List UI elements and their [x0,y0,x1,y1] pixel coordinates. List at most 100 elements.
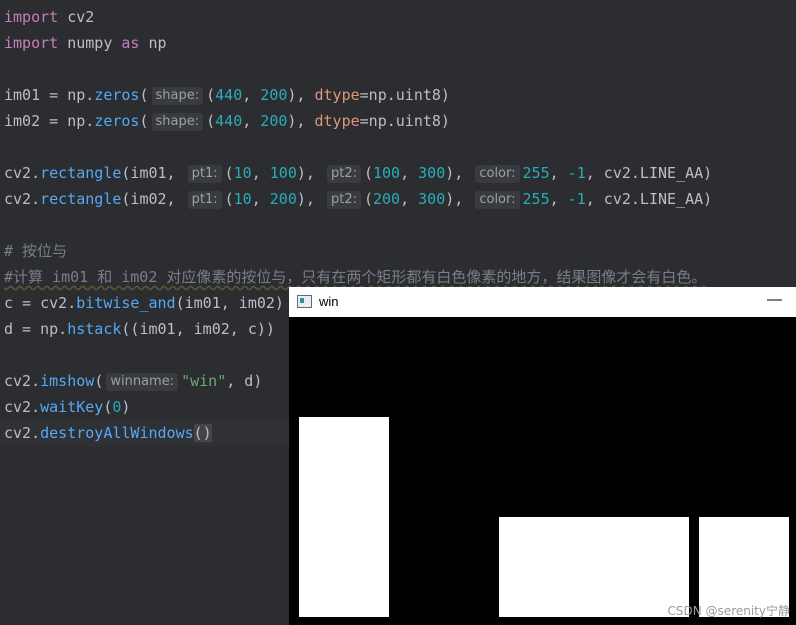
code-text: , cv2.LINE_AA) [585,164,713,182]
number: -1 [567,190,586,208]
code-text: cv2 [58,8,95,26]
code-text: c = cv2. [4,294,77,312]
code-text: , d) [226,372,263,390]
param-hint: color: [475,165,520,183]
code-text: , cv2.LINE_AA) [585,190,713,208]
keyword: import [4,34,59,52]
number: -1 [567,164,586,182]
code-text: ), [287,86,315,104]
number: 100 [373,164,401,182]
number: 10 [233,190,252,208]
number: 255 [522,164,550,182]
code-line-17[interactable]: cv2.destroyAllWindows() [4,420,212,446]
code-text: ) [121,398,131,416]
rect-im01 [299,417,389,617]
function-name: zeros [94,112,140,130]
param-hint: shape: [151,113,204,131]
code-line-2[interactable]: import numpy as np [4,30,167,56]
code-text: , [549,164,568,182]
code-text: ), [287,112,315,130]
code-text: ), [445,190,473,208]
code-text: (im01, im02) [175,294,284,312]
code-text: ), [296,190,324,208]
code-text: =np.uint8) [359,112,450,130]
code-text: ((im01, im02, c)) [121,320,275,338]
function-name: imshow [40,372,95,390]
code-text: , [400,164,419,182]
code-line-8[interactable]: cv2.rectangle(im02, pt1: (10, 200), pt2:(… [4,186,712,212]
window-title: win [319,294,339,309]
param-hint: pt2: [326,165,361,183]
param-hint: color: [475,191,520,209]
watermark: CSDN @serenity宁静 [667,604,790,618]
code-line-7[interactable]: cv2.rectangle(im01, pt1: (10, 100), pt2:(… [4,160,712,186]
code-line-12[interactable]: c = cv2.bitwise_and(im01, im02) [4,290,284,316]
comment: #计算 im01 和 im02 对应像素的按位与，只有在两个矩形都有白色像素的地… [4,268,707,286]
code-text: , [251,190,270,208]
code-line-1[interactable]: import cv2 [4,4,94,30]
code-text: im02 = np. [4,112,95,130]
number: 440 [215,112,243,130]
number: 440 [215,86,243,104]
code-text: numpy [58,34,122,52]
code-text: ( [139,112,149,130]
keyword: import [4,8,59,26]
code-line-16[interactable]: cv2.waitKey(0) [4,394,130,420]
code-text: , [400,190,419,208]
code-line-5[interactable]: im02 = np.zeros(shape: (440, 200), dtype=… [4,108,450,134]
code-text: d = np. [4,320,68,338]
keyword-arg: dtype [314,86,360,104]
minimize-button[interactable]: — [767,291,782,308]
param-hint: pt1: [187,191,222,209]
code-text: , [549,190,568,208]
comment: # 按位与 [4,242,68,260]
number: 200 [260,112,288,130]
code-text: =np.uint8) [359,86,450,104]
number: 200 [373,190,401,208]
function-name: zeros [94,86,140,104]
code-text: cv2. [4,424,41,442]
code-line-15[interactable]: cv2.imshow(winname: "win", d) [4,368,262,394]
code-text: ( [363,164,373,182]
window-titlebar[interactable]: win — [289,287,796,317]
window-app-icon [297,295,312,308]
number: 100 [269,164,297,182]
function-name: rectangle [40,164,122,182]
keyword: as [121,34,140,52]
code-line-4[interactable]: im01 = np.zeros(shape: (440, 200), dtype=… [4,82,450,108]
code-line-13[interactable]: d = np.hstack((im01, im02, c)) [4,316,275,342]
code-text: ( [224,190,234,208]
param-hint: shape: [151,87,204,105]
code-text: im01 = np. [4,86,95,104]
code-text: cv2. [4,372,41,390]
code-text: cv2. [4,398,41,416]
param-hint: pt2: [326,191,361,209]
code-text: ), [445,164,473,182]
code-text: cv2. [4,190,41,208]
code-line-10[interactable]: # 按位与 [4,238,67,264]
number: 255 [522,190,550,208]
code-text: cv2. [4,164,41,182]
param-hint: pt1: [187,165,222,183]
function-name: hstack [67,320,122,338]
number: 200 [260,86,288,104]
number: 200 [269,190,297,208]
code-text: , [242,86,261,104]
number: 300 [418,164,446,182]
rect-im02 [499,517,689,617]
code-text: (im02, [121,190,185,208]
function-name: waitKey [40,398,104,416]
function-name: bitwise_and [76,294,176,312]
code-text: ( [139,86,149,104]
code-text: , [251,164,270,182]
code-text: ( [94,372,104,390]
code-text: (im01, [121,164,185,182]
bracket-match: () [193,424,212,442]
image-window[interactable]: win — CSDN @serenity宁静 [289,287,796,625]
string: "win" [181,372,227,390]
number: 300 [418,190,446,208]
keyword-arg: dtype [314,112,360,130]
code-text: ( [206,112,216,130]
image-canvas: CSDN @serenity宁静 [289,317,796,625]
code-text: ( [224,164,234,182]
